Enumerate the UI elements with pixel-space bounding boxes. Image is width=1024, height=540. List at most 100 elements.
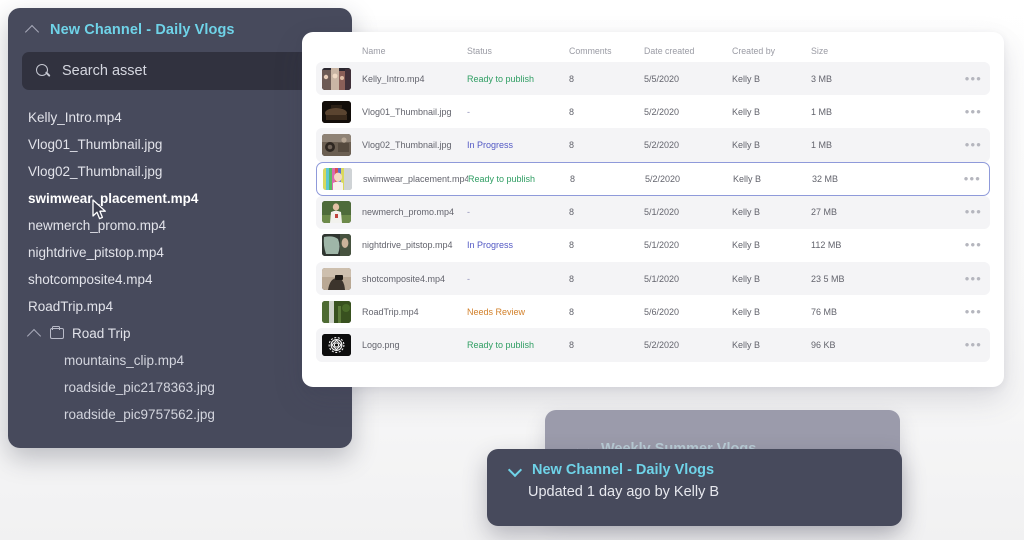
status-badge: In Progress (467, 139, 514, 150)
cell-comments: 8 (569, 306, 575, 317)
ellipsis-icon[interactable]: ••• (931, 142, 982, 148)
status-badge: Ready to publish (468, 173, 536, 184)
cell-date: 5/2/2020 (644, 106, 680, 117)
sidebar-item-vlog02-thumbnail[interactable]: Vlog02_Thumbnail.jpg (8, 158, 352, 185)
folder-icon (50, 325, 64, 339)
party-photo-thumbnail (322, 67, 351, 90)
cell-comments: 8 (569, 106, 575, 117)
table-row[interactable]: shotcomposite4.mp4 - 8 5/1/2020 Kelly B … (316, 261, 990, 296)
column-header-name[interactable]: Name (362, 46, 467, 56)
cell-name: nightdrive_pitstop.mp4 (362, 240, 453, 251)
row-thumbnail-cell (322, 234, 362, 257)
table-row[interactable]: RoadTrip.mp4 Needs Review 8 5/6/2020 Kel… (316, 295, 990, 328)
table-row[interactable]: Kelly_Intro.mp4 Ready to publish 8 5/5/2… (316, 62, 990, 96)
cell-date: 5/1/2020 (644, 240, 680, 251)
ellipsis-icon[interactable]: ••• (932, 176, 981, 182)
column-header-created-by[interactable]: Created by (732, 46, 811, 56)
sidebar-item-swimwear-placement[interactable]: swimwear_placement.mp4 (8, 185, 352, 212)
cell-date: 5/2/2020 (644, 139, 680, 150)
cell-created-by: Kelly B (732, 306, 761, 317)
cell-created-by: Kelly B (732, 240, 761, 251)
sidebar-child-roadside-pic-1[interactable]: roadside_pic2178363.jpg (8, 374, 352, 401)
cell-size: 76 MB (811, 306, 838, 317)
status-badge: - (467, 207, 470, 218)
cell-created-by: Kelly B (732, 139, 761, 150)
cell-name: Kelly_Intro.mp4 (362, 73, 425, 84)
sidebar-child-roadside-pic-2[interactable]: roadside_pic9757562.jpg (8, 401, 352, 428)
cell-comments: 8 (569, 240, 575, 251)
sidebar-folder-road-trip[interactable]: Road Trip (8, 320, 352, 347)
cell-date: 5/2/2020 (645, 173, 681, 184)
cell-size: 1 MB (811, 139, 833, 150)
sidebar-item-shotcomposite4[interactable]: shotcomposite4.mp4 (8, 266, 352, 293)
row-thumbnail-cell (322, 100, 362, 123)
colorbars-person-thumbnail (323, 167, 352, 190)
cell-name: Vlog01_Thumbnail.jpg (362, 106, 452, 117)
sidebar-item-nightdrive-pitstop[interactable]: nightdrive_pitstop.mp4 (8, 239, 352, 266)
ellipsis-icon[interactable]: ••• (931, 242, 982, 248)
person-tshirt-thumbnail (322, 201, 351, 224)
logo-emblem-thumbnail (322, 333, 351, 356)
cell-name: swimwear_placement.mp4 (363, 173, 468, 184)
sidebar-asset-list: Kelly_Intro.mp4 Vlog01_Thumbnail.jpg Vlo… (8, 90, 352, 428)
status-badge: - (467, 273, 470, 284)
column-header-date-created[interactable]: Date created (644, 46, 732, 56)
status-badge: Ready to publish (467, 73, 535, 84)
column-header-status[interactable]: Status (467, 46, 569, 56)
chevron-up-icon[interactable] (26, 23, 40, 37)
car-window-thumbnail (322, 234, 351, 257)
ellipsis-icon[interactable]: ••• (931, 342, 982, 348)
status-badge: Ready to publish (467, 339, 535, 350)
photographer-thumbnail (322, 267, 351, 290)
sidebar-item-vlog01-thumbnail[interactable]: Vlog01_Thumbnail.jpg (8, 131, 352, 158)
ellipsis-icon[interactable]: ••• (931, 209, 982, 215)
cell-size: 1 MB (811, 106, 833, 117)
roadside-trees-thumbnail (322, 300, 351, 323)
table-row[interactable]: nightdrive_pitstop.mp4 In Progress 8 5/1… (316, 229, 990, 262)
sidebar-item-kelly-intro[interactable]: Kelly_Intro.mp4 (8, 104, 352, 131)
chevron-up-icon[interactable] (28, 327, 42, 341)
table-row[interactable]: Vlog02_Thumbnail.jpg In Progress 8 5/2/2… (316, 128, 990, 162)
chevron-down-icon[interactable] (509, 464, 522, 477)
ellipsis-icon[interactable]: ••• (931, 309, 982, 315)
sidebar-folder-label: Road Trip (72, 326, 131, 341)
table-row-selected[interactable]: swimwear_placement.mp4 Ready to publish … (316, 161, 990, 196)
cell-size: 23 5 MB (811, 273, 845, 284)
cell-size: 112 MB (811, 240, 842, 251)
search-placeholder: Search asset (62, 63, 147, 79)
cell-created-by: Kelly B (732, 106, 761, 117)
cell-date: 5/6/2020 (644, 306, 680, 317)
sidebar-child-mountains-clip[interactable]: mountains_clip.mp4 (8, 347, 352, 374)
search-input[interactable]: Search asset (22, 52, 338, 90)
cell-date: 5/1/2020 (644, 207, 680, 218)
table-row[interactable]: Vlog01_Thumbnail.jpg - 8 5/2/2020 Kelly … (316, 95, 990, 128)
cell-name: newmerch_promo.mp4 (362, 207, 455, 218)
cell-date: 5/1/2020 (644, 273, 680, 284)
dark-room-thumbnail (322, 100, 351, 123)
cell-comments: 8 (569, 73, 575, 84)
table-row[interactable]: newmerch_promo.mp4 - 8 5/1/2020 Kelly B … (316, 195, 990, 229)
status-badge: In Progress (467, 240, 514, 251)
cell-date: 5/2/2020 (644, 339, 680, 350)
ellipsis-icon[interactable]: ••• (931, 76, 982, 82)
channel-card-new-channel-daily-vlogs[interactable]: New Channel - Daily Vlogs Updated 1 day … (487, 449, 902, 526)
ellipsis-icon[interactable]: ••• (931, 109, 982, 115)
sidebar-item-newmerch-promo[interactable]: newmerch_promo.mp4 (8, 212, 352, 239)
ellipsis-icon[interactable]: ••• (931, 276, 982, 282)
cell-size: 3 MB (811, 73, 833, 84)
card-title: New Channel - Daily Vlogs (532, 462, 715, 478)
table-row[interactable]: Logo.png Ready to publish 8 5/2/2020 Kel… (316, 328, 990, 362)
cell-created-by: Kelly B (733, 173, 762, 184)
cell-size: 32 MB (812, 173, 839, 184)
asset-sidebar-panel: New Channel - Daily Vlogs Search asset K… (8, 8, 352, 448)
asset-table-panel: Name Status Comments Date created Create… (302, 32, 1004, 387)
cell-comments: 8 (569, 339, 575, 350)
row-thumbnail-cell (322, 133, 362, 156)
cell-size: 27 MB (811, 207, 838, 218)
sidebar-header[interactable]: New Channel - Daily Vlogs (8, 8, 352, 48)
column-header-size[interactable]: Size (811, 46, 931, 56)
column-header-comments[interactable]: Comments (569, 46, 644, 56)
sidebar-item-roadtrip[interactable]: RoadTrip.mp4 (8, 293, 352, 320)
cell-comments: 8 (569, 273, 575, 284)
cell-comments: 8 (569, 207, 575, 218)
